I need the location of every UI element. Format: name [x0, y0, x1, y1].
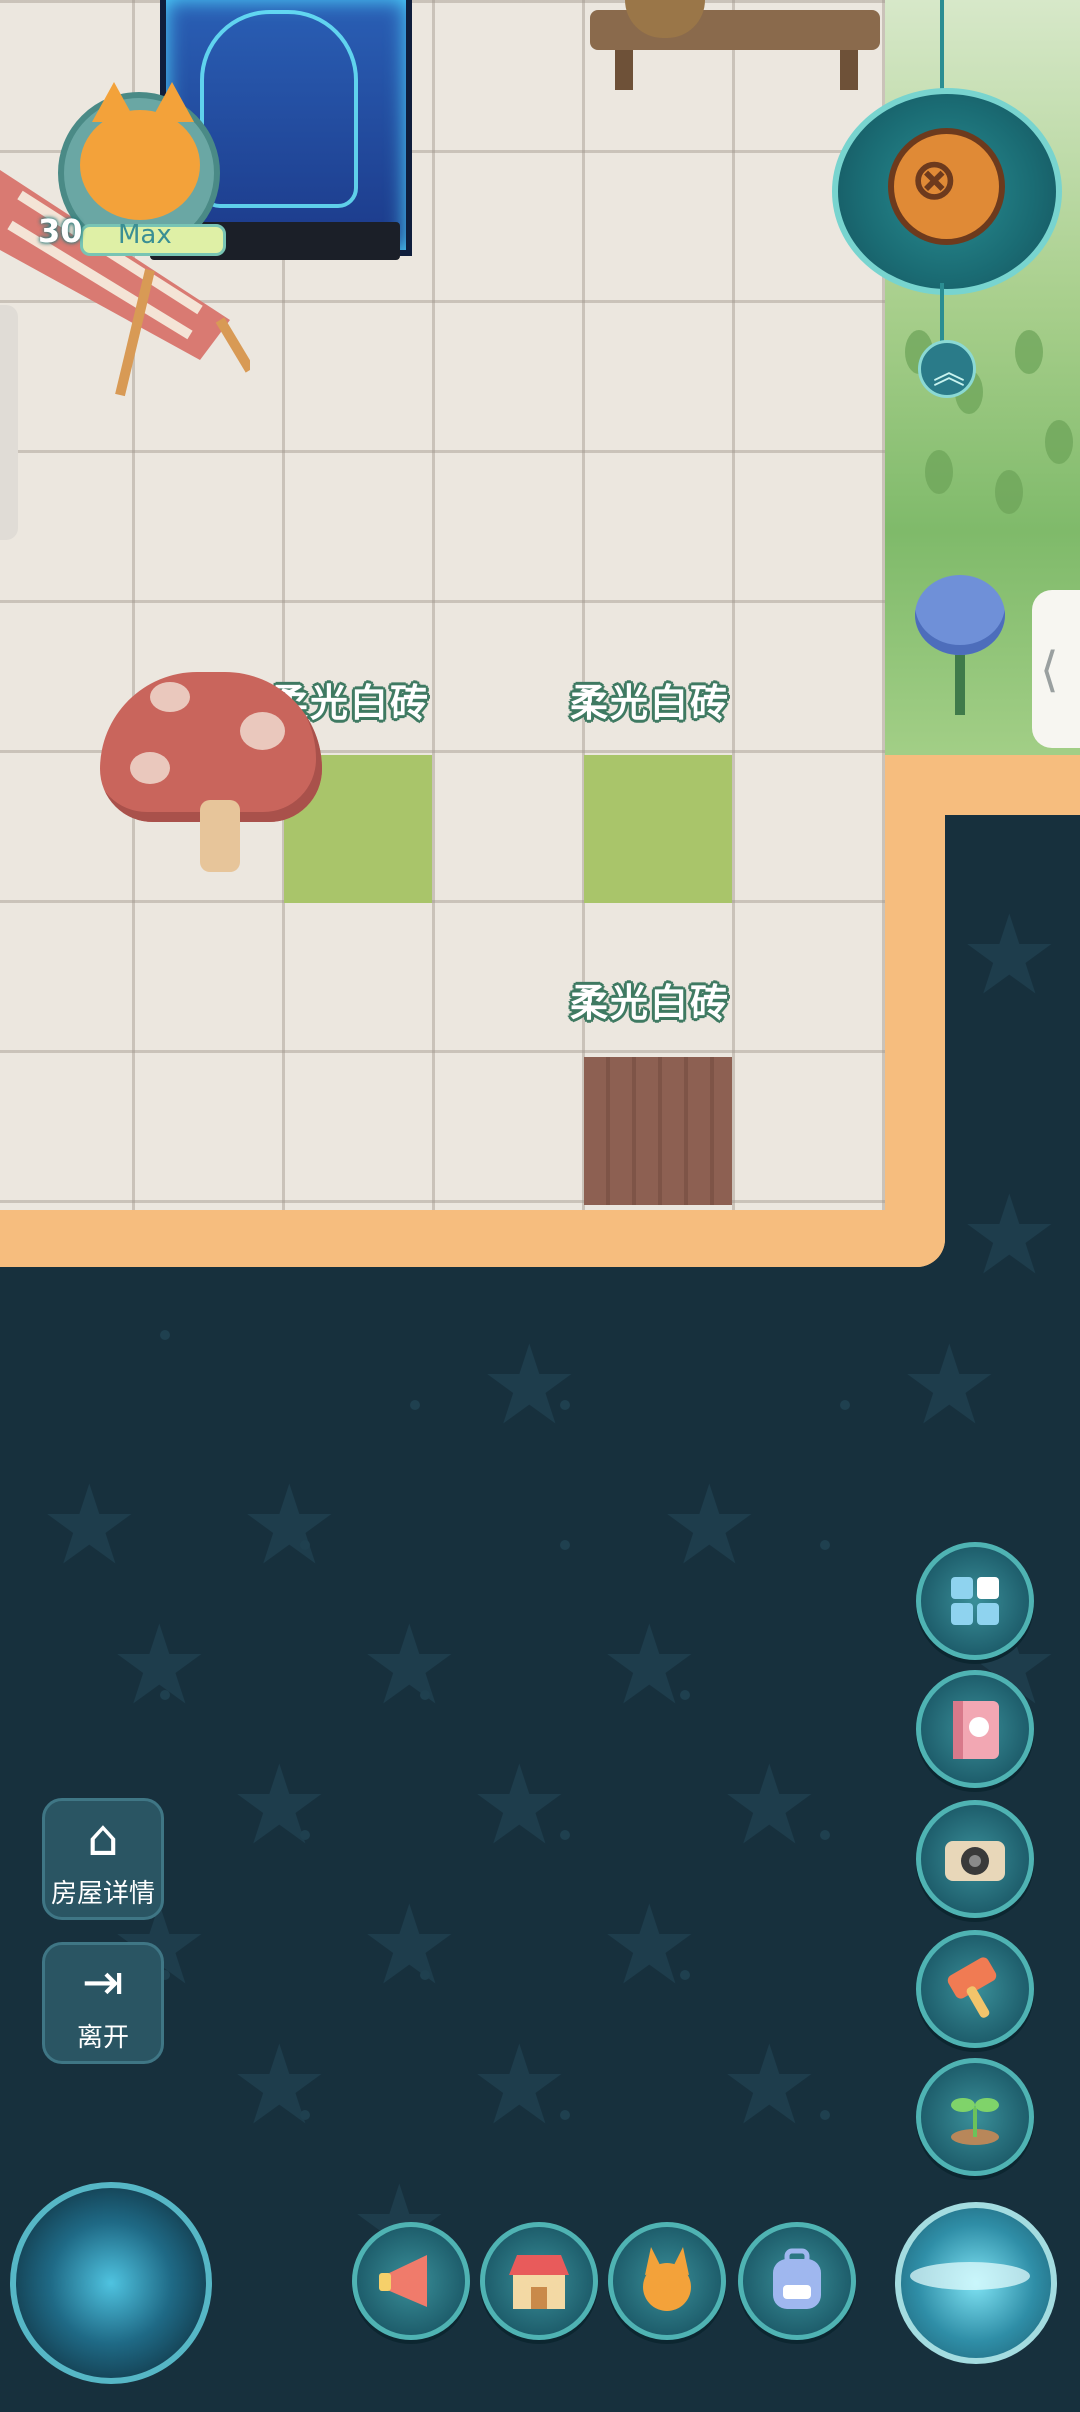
- floor-tile-green[interactable]: [584, 755, 732, 903]
- shelf-leg: [840, 50, 858, 90]
- magic-circle-button[interactable]: [10, 2182, 212, 2384]
- level-status: Max: [118, 220, 172, 250]
- room-border-right: [885, 760, 945, 1267]
- megaphone-icon: [379, 2255, 427, 2307]
- sprout-icon: [951, 2098, 999, 2145]
- shop-icon: [509, 2255, 569, 2309]
- house-details-label: 房屋详情: [50, 1879, 155, 1909]
- left-pull-tab[interactable]: [0, 305, 18, 540]
- medallion-string: [940, 283, 944, 343]
- book-icon: [953, 1701, 999, 1759]
- chevron-left-icon: ⟨: [1040, 642, 1059, 698]
- flower-stem: [955, 645, 965, 715]
- pumpkin-window-icon: ⊗: [910, 145, 959, 213]
- announcement-button[interactable]: [352, 2222, 470, 2340]
- backpack-icon: [773, 2248, 821, 2309]
- backpack-button[interactable]: [738, 2222, 856, 2340]
- pet-icon: [643, 2247, 691, 2311]
- catalog-button[interactable]: [916, 1670, 1034, 1788]
- leave-label: 离开: [76, 2023, 129, 2053]
- house-details-button[interactable]: ⌂ 房屋详情: [42, 1798, 164, 1920]
- hammer-icon: [947, 1957, 997, 2018]
- medallion-string: [940, 0, 944, 100]
- blue-flower[interactable]: [915, 575, 1005, 655]
- expand-button[interactable]: ︽: [918, 340, 976, 398]
- double-chevron-up-icon: ︽: [933, 353, 966, 391]
- tile-label: 柔光白砖: [570, 981, 731, 1025]
- build-button[interactable]: [916, 1930, 1034, 2048]
- floor-tile-wood[interactable]: [584, 1057, 732, 1205]
- camera-icon: [945, 1841, 1005, 1881]
- compass-needle-icon: [910, 2262, 1030, 2290]
- layout-icon: [951, 1577, 999, 1625]
- room-border-bottom: [0, 1207, 945, 1267]
- mushroom-stem: [200, 800, 240, 872]
- player-level: 30: [38, 212, 83, 250]
- shelf-leg: [615, 50, 633, 90]
- leave-button[interactable]: ⇥ 离开: [42, 1942, 164, 2064]
- layout-button[interactable]: [916, 1542, 1034, 1660]
- right-pull-tab[interactable]: ⟨: [1032, 590, 1080, 748]
- exit-icon: ⇥: [82, 1953, 124, 2011]
- house-info-icon: ⌂: [87, 1809, 119, 1867]
- plant-button[interactable]: [916, 2058, 1034, 2176]
- pet-button[interactable]: [608, 2222, 726, 2340]
- camera-button[interactable]: [916, 1800, 1034, 1918]
- tile-label: 柔光白砖: [570, 681, 731, 725]
- shop-button[interactable]: [480, 2222, 598, 2340]
- fox-face-icon: [80, 110, 200, 220]
